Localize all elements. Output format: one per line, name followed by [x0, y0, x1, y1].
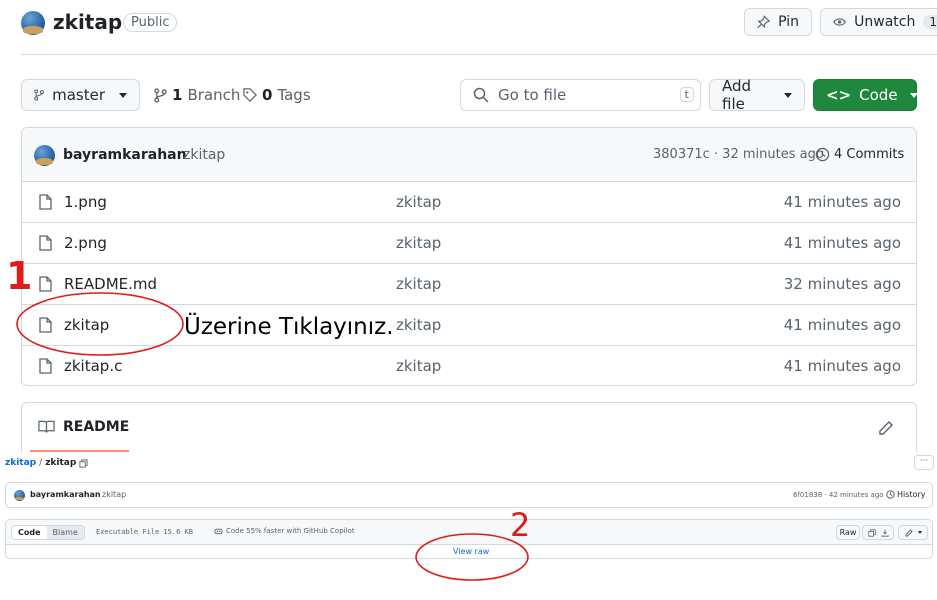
- branches-link[interactable]: 1 Branch: [154, 86, 240, 104]
- chevron-down-icon: [119, 92, 127, 98]
- file-commit-time: 32 minutes ago: [783, 275, 901, 293]
- commits-count: 4 Commits: [834, 147, 905, 162]
- copilot-promo[interactable]: Code 55% faster with GitHub Copilot: [214, 527, 355, 535]
- step-2-ellipse: [415, 533, 529, 581]
- file-icon: [39, 358, 52, 374]
- pencil-icon: [905, 528, 913, 536]
- code-label: Code: [859, 86, 898, 104]
- branch-count: 1: [172, 86, 183, 104]
- pin-button[interactable]: Pin: [744, 8, 812, 36]
- eye-icon: [833, 18, 846, 26]
- copy-icon[interactable]: [867, 528, 876, 537]
- breadcrumb-repo-link[interactable]: zkitap: [5, 458, 36, 468]
- readme-title: README: [63, 419, 130, 435]
- raw-label: Raw: [839, 528, 857, 537]
- breadcrumb-file: zkitap: [45, 458, 77, 468]
- tag-icon: [243, 88, 257, 102]
- file-commit-time: 41 minutes ago: [783, 357, 901, 375]
- file-icon: [39, 235, 52, 251]
- copilot-icon: [214, 528, 223, 535]
- history-label: History: [897, 490, 926, 499]
- edit-button[interactable]: [898, 525, 928, 540]
- file-row[interactable]: 2.png zkitap 41 minutes ago: [22, 222, 916, 263]
- commit-meta[interactable]: 380371c · 32 minutes ago: [653, 147, 824, 162]
- add-file-button[interactable]: Add file: [709, 77, 805, 113]
- file-icon: [39, 194, 52, 210]
- shortcut-key: t: [679, 87, 694, 102]
- file-commit-message[interactable]: zkitap: [396, 357, 441, 375]
- tab-code[interactable]: Code: [12, 526, 47, 539]
- file-commit-time: 41 minutes ago: [783, 316, 901, 334]
- file-name-link[interactable]: 2.png: [64, 234, 107, 252]
- copilot-text: Code 55% faster with GitHub Copilot: [226, 527, 355, 535]
- add-file-label: Add file: [722, 77, 752, 113]
- repo-owner-avatar[interactable]: [21, 11, 45, 35]
- tags-link[interactable]: 0 Tags: [243, 86, 311, 104]
- watch-count: 1: [923, 15, 937, 29]
- file-commit-message[interactable]: zkitap: [396, 193, 441, 211]
- book-icon: [38, 420, 55, 433]
- file-commit-time: 41 minutes ago: [783, 234, 901, 252]
- tab-blame[interactable]: Blame: [46, 526, 84, 539]
- code-button[interactable]: <> Code: [813, 79, 918, 111]
- file-row[interactable]: 1.png zkitap 41 minutes ago: [22, 181, 916, 222]
- visibility-badge: Public: [123, 13, 178, 32]
- file-commit-time: 41 minutes ago: [783, 193, 901, 211]
- file-name-link[interactable]: 1.png: [64, 193, 107, 211]
- search-icon: [473, 87, 489, 103]
- commit-author[interactable]: bayramkarahan: [63, 147, 187, 163]
- code-icon: <>: [826, 86, 852, 104]
- pin-label: Pin: [778, 14, 799, 30]
- branch-icon: [154, 87, 167, 103]
- step-1-instruction: Üzerine Tıklayınız.: [184, 314, 394, 340]
- pencil-icon[interactable]: [878, 420, 894, 436]
- file-commit-message[interactable]: zkitap: [102, 490, 126, 499]
- commits-link[interactable]: 4 Commits: [815, 147, 904, 162]
- unwatch-label: Unwatch: [854, 14, 916, 30]
- copy-icon[interactable]: [79, 458, 88, 468]
- file-commit-meta[interactable]: 6f01838 · 42 minutes ago: [793, 491, 884, 499]
- download-icon[interactable]: [880, 529, 889, 537]
- file-info: Executable File 15.6 KB: [96, 528, 193, 536]
- chevron-down-icon: [917, 531, 922, 534]
- chevron-down-icon: [784, 92, 792, 98]
- file-commit-message[interactable]: zkitap: [396, 275, 441, 293]
- file-breadcrumb: zkitap / zkitap: [5, 458, 88, 468]
- branch-selector[interactable]: master: [21, 79, 140, 111]
- search-placeholder: Go to file: [498, 86, 567, 104]
- more-options-button[interactable]: ···: [914, 455, 934, 470]
- file-commit-message[interactable]: zkitap: [396, 316, 441, 334]
- branch-word: Branch: [187, 86, 241, 104]
- code-blame-toggle: Code Blame: [11, 525, 85, 540]
- history-icon: [886, 490, 895, 499]
- file-commit-author[interactable]: bayramkarahan: [30, 490, 101, 499]
- unwatch-button[interactable]: Unwatch 1: [820, 8, 937, 36]
- commit-author-avatar[interactable]: [34, 145, 55, 166]
- go-to-file-input[interactable]: Go to file t: [460, 79, 701, 111]
- commit-message[interactable]: zkitap: [183, 147, 225, 163]
- branch-name: master: [52, 86, 105, 104]
- readme-tab[interactable]: README: [38, 419, 129, 435]
- breadcrumb-separator: /: [39, 458, 43, 468]
- file-commit-message[interactable]: zkitap: [396, 234, 441, 252]
- file-commit-bar: bayramkarahan zkitap 6f01838 · 42 minute…: [5, 482, 933, 508]
- tag-word: Tags: [277, 86, 311, 104]
- copy-download-group: [862, 525, 894, 540]
- tag-count: 0: [262, 86, 273, 104]
- pin-icon: [757, 15, 771, 29]
- header-divider: [21, 54, 937, 55]
- repo-name[interactable]: zkitap: [53, 10, 122, 34]
- branch-icon: [34, 89, 44, 101]
- file-commit-avatar[interactable]: [14, 490, 25, 501]
- raw-button[interactable]: Raw: [836, 525, 860, 540]
- history-link[interactable]: History: [886, 490, 925, 499]
- chevron-down-icon: [909, 92, 918, 98]
- latest-commit-bar: bayramkarahan zkitap 380371c · 32 minute…: [22, 128, 916, 181]
- history-icon: [815, 147, 830, 162]
- step-1-ellipse: [16, 292, 184, 356]
